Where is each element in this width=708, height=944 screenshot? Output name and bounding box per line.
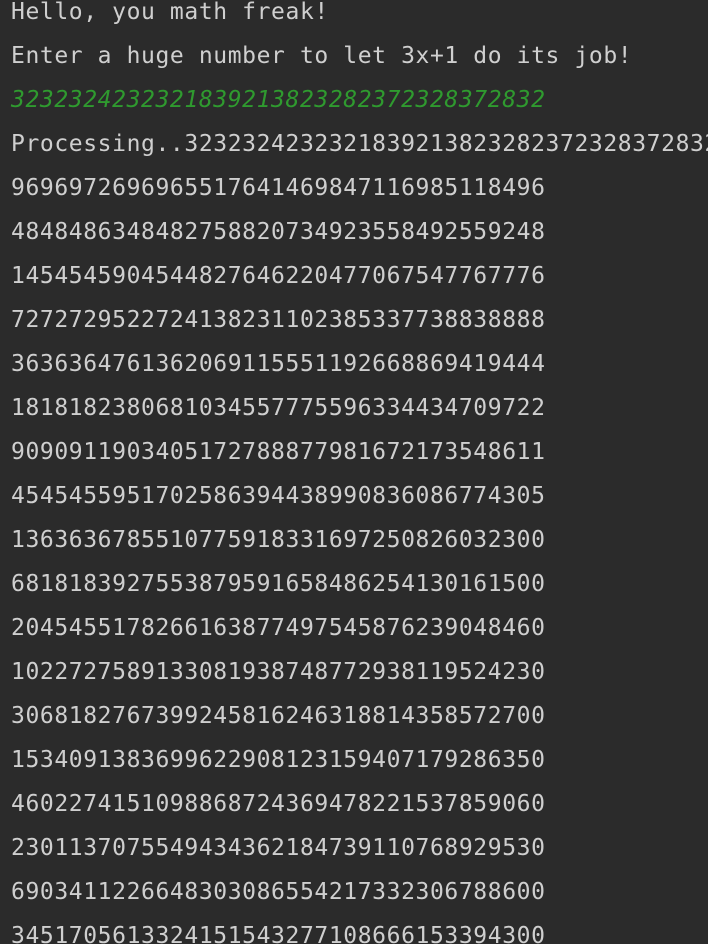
sequence-line: 1534091383699622908123159407179286350 xyxy=(11,747,546,773)
sequence-line: 9696972696965517641469847116985118496 xyxy=(11,175,546,201)
sequence-line: 6903411226648303086554217332306788600 xyxy=(11,879,546,905)
sequence-line: 3068182767399245816246318814358572700 xyxy=(11,703,546,729)
sequence-line: 7272729522724138231102385337738838888 xyxy=(11,307,546,333)
processing-line: Processing..3232324232321839213823282372… xyxy=(11,131,708,157)
sequence-line: 1022727589133081938748772938119524230 xyxy=(11,659,546,685)
console-output[interactable]: Hello, you math freak! Enter a huge numb… xyxy=(0,0,708,944)
sequence-line: 1454545904544827646220477067547767776 xyxy=(11,263,546,289)
sequence-line: 1363636785510775918331697250826032300 xyxy=(11,527,546,553)
console-lines: Hello, you math freak! Enter a huge numb… xyxy=(11,0,708,944)
sequence-line: 3451705613324151543277108666153394300 xyxy=(11,923,546,944)
prompt-line: Enter a huge number to let 3x+1 do its j… xyxy=(11,43,633,69)
sequence-line: 6818183927553879591658486254130161500 xyxy=(11,571,546,597)
sequence-line: 3636364761362069115551192668869419444 xyxy=(11,351,546,377)
user-input-line: 3232324232321839213823282372328372832 xyxy=(11,87,546,113)
sequence-line: 9090911903405172788877981672173548611 xyxy=(11,439,546,465)
sequence-line: 1818182380681034557775596334434709722 xyxy=(11,395,546,421)
sequence-line: 2045455178266163877497545876239048460 xyxy=(11,615,546,641)
sequence-line: 4848486348482758820734923558492559248 xyxy=(11,219,546,245)
sequence-line: 4545455951702586394438990836086774305 xyxy=(11,483,546,509)
sequence-line: 2301137075549434362184739110768929530 xyxy=(11,835,546,861)
greeting-line: Hello, you math freak! xyxy=(11,0,329,25)
sequence-line: 4602274151098868724369478221537859060 xyxy=(11,791,546,817)
